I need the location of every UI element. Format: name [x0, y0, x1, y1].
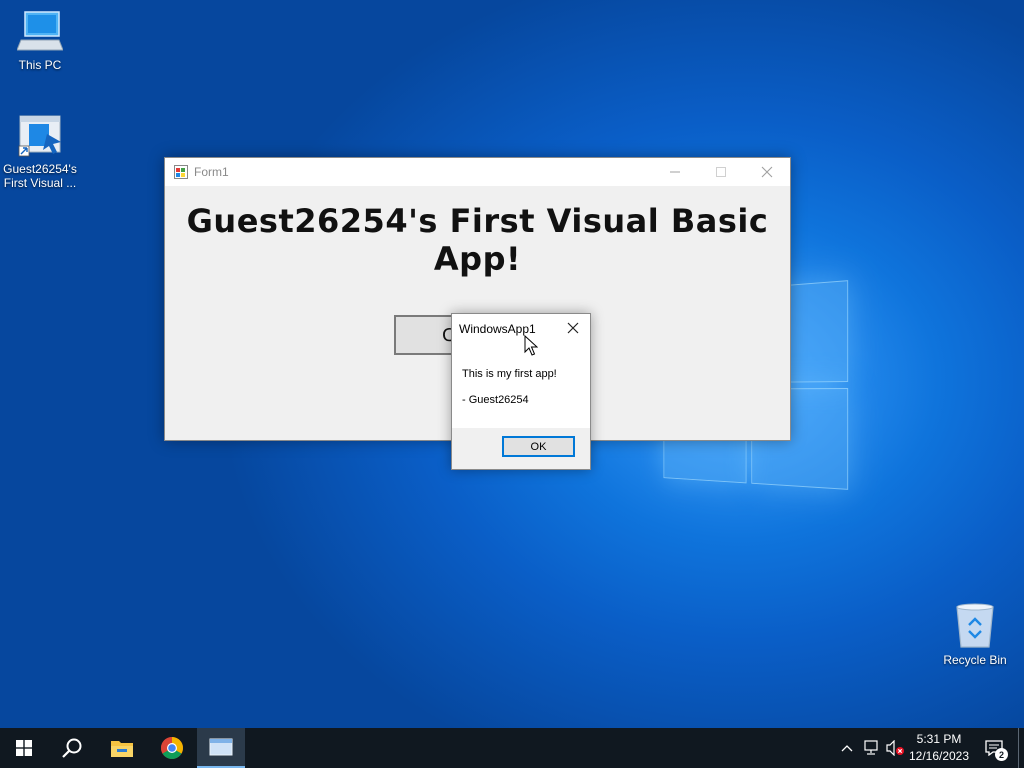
ok-button[interactable]: OK — [502, 436, 575, 457]
app-shortcut-icon — [17, 114, 63, 158]
file-explorer-icon — [111, 741, 133, 757]
dialog-message-line: This is my first app! — [462, 368, 557, 380]
recycle-bin-icon — [953, 603, 997, 649]
maximize-icon — [716, 167, 726, 177]
network-icon — [864, 740, 878, 755]
desktop-icon-label-line1: Guest26254's — [3, 162, 77, 176]
desktop-icon-recycle-bin[interactable]: Recycle Bin — [935, 603, 1015, 667]
desktop-icon-label: Recycle Bin — [943, 653, 1007, 667]
search-icon — [62, 738, 82, 758]
form-heading: Guest26254's First Visual Basic App! — [186, 202, 769, 278]
clock[interactable]: 5:31 PM 12/16/2023 — [900, 731, 978, 765]
start-button[interactable] — [0, 728, 48, 768]
maximize-button[interactable] — [698, 158, 744, 186]
minimize-button[interactable] — [652, 158, 698, 186]
dialog-close-button[interactable] — [564, 319, 582, 337]
chrome-icon — [161, 737, 183, 759]
this-pc-icon — [16, 10, 64, 54]
desktop-icon-this-pc[interactable]: This PC — [0, 10, 80, 72]
start-icon — [16, 740, 32, 756]
clock-date: 12/16/2023 — [908, 749, 970, 763]
chevron-up-icon — [841, 745, 853, 752]
minimize-icon — [670, 171, 680, 173]
desktop-icon-label: This PC — [18, 58, 62, 72]
dialog-title: WindowsApp1 — [459, 322, 536, 336]
ok-button-label: OK — [530, 440, 547, 453]
app-window-button[interactable] — [197, 728, 245, 768]
chrome-button[interactable] — [148, 728, 196, 768]
show-desktop-button[interactable] — [1018, 728, 1024, 768]
form1-titlebar[interactable]: Form1 — [165, 158, 790, 186]
form-icon — [174, 165, 188, 179]
window-title: Form1 — [194, 165, 229, 179]
close-icon — [567, 322, 579, 334]
clock-time: 5:31 PM — [916, 732, 962, 746]
desktop-icon-label-line2: First Visual ... — [3, 176, 77, 190]
desktop: This PC Guest26254's First Visual ... Re… — [0, 0, 1024, 728]
close-icon — [761, 166, 773, 178]
show-hidden-icons-button[interactable] — [838, 728, 856, 768]
message-box-dialog: WindowsApp1 This is my first app! - Gues… — [451, 313, 591, 470]
close-button[interactable] — [744, 158, 790, 186]
taskbar: 5:31 PM 12/16/2023 — [0, 728, 1024, 768]
file-explorer-button[interactable] — [98, 728, 146, 768]
desktop-icon-app-shortcut[interactable]: Guest26254's First Visual ... — [0, 114, 80, 190]
notification-count-badge: 2 — [995, 748, 1008, 761]
dialog-footer: OK — [452, 428, 590, 469]
app-window-icon — [209, 738, 233, 756]
search-button[interactable] — [48, 728, 96, 768]
mouse-cursor-icon — [524, 334, 539, 361]
dialog-message-line: - Guest26254 — [462, 394, 529, 406]
network-button[interactable] — [860, 728, 882, 768]
